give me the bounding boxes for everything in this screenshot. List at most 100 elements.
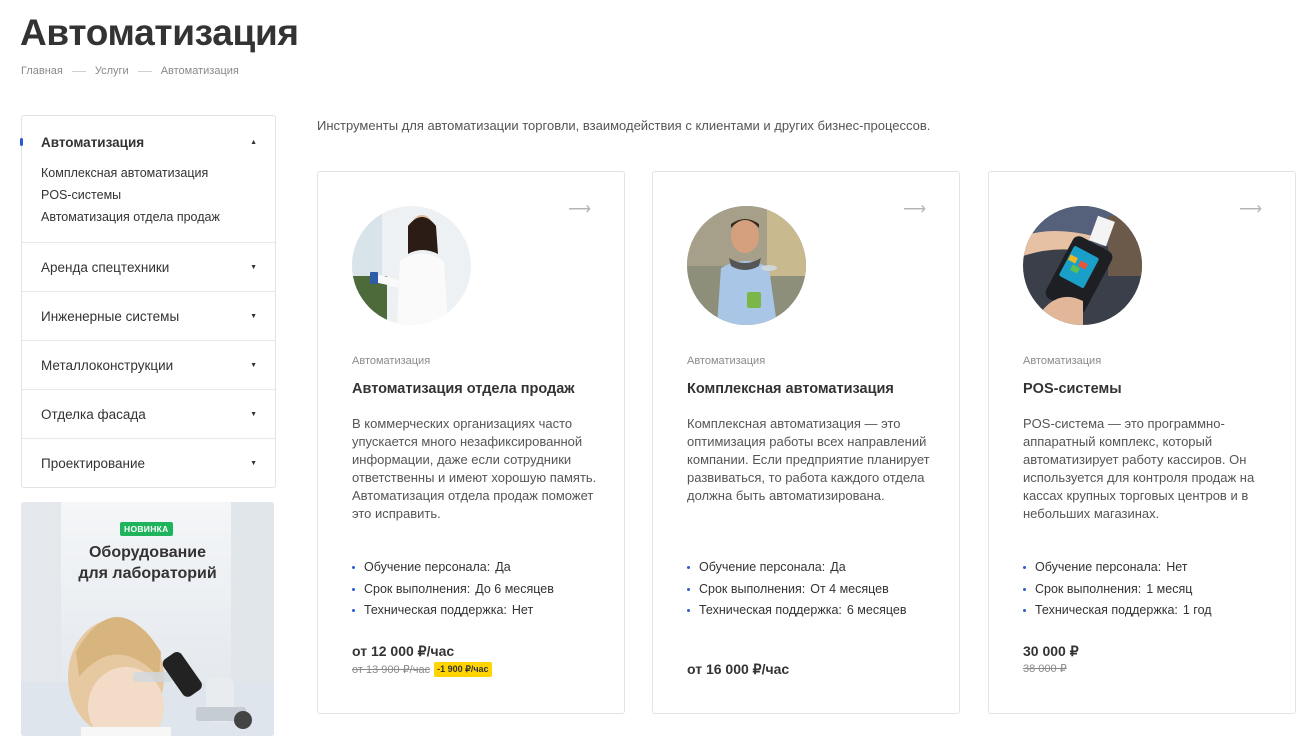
bullet bbox=[352, 566, 355, 570]
sidebar-item-header[interactable]: Проектирование ▼ bbox=[22, 439, 275, 487]
sidebar-item-engineering-systems[interactable]: Инженерные системы ▼ bbox=[22, 291, 275, 340]
service-image-woman-with-phone[interactable] bbox=[352, 206, 471, 325]
service-photo bbox=[352, 206, 471, 325]
property-item: Срок выполнения: 1 месяц bbox=[1023, 579, 1212, 601]
card-old-price-row: от 13 900 ₽/час -1 900 ₽/час bbox=[352, 662, 492, 677]
bullet bbox=[687, 609, 690, 613]
card-old-price: от 13 900 ₽/час bbox=[352, 664, 431, 676]
sidebar-item-automation: Автоматизация ▲ Комплексная автоматизаци… bbox=[20, 116, 275, 242]
sidebar-item-design[interactable]: Проектирование ▼ bbox=[22, 438, 275, 487]
breadcrumb-home[interactable]: Главная bbox=[21, 65, 63, 77]
sidebar-item-header[interactable]: Металлоконструкции ▼ bbox=[22, 341, 275, 389]
card-properties: Обучение персонала: Да Срок выполнения: От… bbox=[687, 557, 906, 622]
arrow-right-icon[interactable]: ⟶ bbox=[568, 202, 591, 218]
promo-title: Оборудование для лабораторий bbox=[78, 544, 217, 582]
property-value: Да bbox=[830, 560, 846, 574]
property-item: Обучение персонала: Нет bbox=[1023, 557, 1212, 579]
arrow-right-icon[interactable]: ⟶ bbox=[1239, 202, 1262, 218]
service-image-pos-terminal[interactable] bbox=[1023, 206, 1142, 325]
property-value: 6 месяцев bbox=[846, 603, 907, 617]
breadcrumb-separator bbox=[71, 70, 86, 72]
property-item: Техническая поддержка: 6 месяцев bbox=[687, 600, 906, 622]
sidebar-item-header[interactable]: Автоматизация ▲ bbox=[22, 116, 275, 168]
promo-lab-illustration bbox=[21, 502, 274, 736]
sidebar-item-header[interactable]: Отделка фасада ▼ bbox=[22, 390, 275, 438]
card-description: Комплексная автоматизация — это оптимиза… bbox=[687, 416, 930, 503]
sidebar-item-equipment-rental[interactable]: Аренда спецтехники ▼ bbox=[22, 242, 275, 291]
promo-banner[interactable]: НОВИНКА Оборудование для лабораторий bbox=[21, 502, 274, 736]
bullet bbox=[352, 587, 355, 591]
property-name: Техническая поддержка: bbox=[699, 603, 842, 617]
submenu-sales-automation[interactable]: Автоматизация отдела продаж bbox=[41, 206, 265, 228]
property-value: От 4 месяцев bbox=[810, 581, 889, 596]
service-photo bbox=[1023, 206, 1142, 325]
bullet bbox=[1023, 587, 1026, 591]
sidebar-item-label: Металлоконструкции bbox=[41, 357, 174, 373]
caret-down-icon[interactable]: ▼ bbox=[250, 411, 257, 418]
promo-new-badge: НОВИНКА bbox=[120, 522, 173, 536]
card-title[interactable]: POS-системы bbox=[1023, 381, 1122, 397]
bullet bbox=[1023, 566, 1026, 570]
card-category: Автоматизация bbox=[687, 355, 766, 367]
economy-badge: -1 900 ₽/час bbox=[434, 662, 492, 677]
property-name: Срок выполнения: bbox=[699, 581, 806, 596]
breadcrumb-separator bbox=[137, 70, 152, 72]
card-title[interactable]: Комплексная автоматизация bbox=[687, 381, 894, 397]
bullet bbox=[687, 566, 690, 570]
sidebar-item-label: Отделка фасада bbox=[41, 406, 146, 422]
sidebar-submenu: Комплексная автоматизация POS-системы Ав… bbox=[22, 162, 275, 242]
sidebar-item-metal-structures[interactable]: Металлоконструкции ▼ bbox=[22, 340, 275, 389]
card-price: от 16 000 ₽/час bbox=[687, 661, 790, 677]
property-item: Обучение персонала: Да bbox=[352, 557, 554, 579]
property-item: Срок выполнения: От 4 месяцев bbox=[687, 579, 906, 601]
sidebar-item-label: Инженерные системы bbox=[41, 308, 180, 324]
property-item: Техническая поддержка: Нет bbox=[352, 600, 554, 622]
property-name: Обучение персонала: bbox=[1035, 560, 1162, 574]
caret-up-icon[interactable]: ▲ bbox=[250, 139, 257, 146]
sidebar-item-header[interactable]: Аренда спецтехники ▼ bbox=[22, 243, 275, 291]
property-value: 1 месяц bbox=[1146, 581, 1193, 596]
card-properties: Обучение персонала: Да Срок выполнения: До… bbox=[352, 557, 554, 622]
sidebar-item-facade-finishing[interactable]: Отделка фасада ▼ bbox=[22, 389, 275, 438]
sidebar-menu: Автоматизация ▲ Комплексная автоматизаци… bbox=[20, 115, 276, 488]
bullet bbox=[352, 609, 355, 613]
sidebar-item-label: Аренда спецтехники bbox=[41, 259, 170, 275]
card-price: 30 000 ₽ bbox=[1023, 643, 1079, 659]
card-category: Автоматизация bbox=[1023, 355, 1102, 367]
property-value: Нет bbox=[511, 603, 534, 617]
card-title[interactable]: Автоматизация отдела продаж bbox=[352, 381, 575, 397]
property-value: Нет bbox=[1166, 560, 1188, 574]
caret-down-icon[interactable]: ▼ bbox=[250, 313, 257, 320]
service-card[interactable]: ⟶ Автоматизация POS-системы POS-система … bbox=[988, 171, 1296, 714]
service-card[interactable]: ⟶ Автоматизация Автоматизация отдела про… bbox=[317, 171, 625, 714]
card-description: POS-система — это программно-аппаратный … bbox=[1023, 416, 1255, 521]
submenu-complex-automation[interactable]: Комплексная автоматизация bbox=[41, 162, 265, 184]
sidebar-item-header[interactable]: Инженерные системы ▼ bbox=[22, 292, 275, 340]
card-old-price: 38 000 ₽ bbox=[1023, 663, 1067, 675]
sidebar-item-label: Проектирование bbox=[41, 455, 146, 471]
property-name: Срок выполнения: bbox=[1035, 581, 1142, 596]
sidebar-item-label: Автоматизация bbox=[41, 134, 145, 150]
property-name: Срок выполнения: bbox=[364, 581, 471, 596]
property-item: Обучение персонала: Да bbox=[687, 557, 906, 579]
card-properties: Обучение персонала: Нет Срок выполнения: 1… bbox=[1023, 557, 1212, 622]
caret-down-icon[interactable]: ▼ bbox=[250, 264, 257, 271]
breadcrumb-current: Автоматизация bbox=[160, 65, 239, 77]
arrow-right-icon[interactable]: ⟶ bbox=[903, 202, 926, 218]
caret-down-icon[interactable]: ▼ bbox=[250, 460, 257, 467]
card-old-price-row: 38 000 ₽ bbox=[1023, 662, 1067, 675]
service-image-man-with-cup[interactable] bbox=[687, 206, 806, 325]
breadcrumb: Главная Услуги Автоматизация bbox=[21, 65, 239, 77]
bullet bbox=[687, 587, 690, 591]
service-card[interactable]: ⟶ Автоматизация Комплексная автоматизаци… bbox=[652, 171, 960, 714]
bullet bbox=[1023, 609, 1026, 613]
property-item: Техническая поддержка: 1 год bbox=[1023, 600, 1212, 622]
property-name: Обучение персонала: bbox=[699, 560, 826, 574]
card-description: В коммерческих организациях часто упуска… bbox=[352, 416, 597, 521]
property-name: Техническая поддержка: bbox=[1035, 603, 1178, 617]
submenu-pos-systems[interactable]: POS-системы bbox=[41, 184, 265, 206]
breadcrumb-services[interactable]: Услуги bbox=[95, 65, 129, 77]
caret-down-icon[interactable]: ▼ bbox=[250, 362, 257, 369]
property-value: До 6 месяцев bbox=[475, 581, 554, 596]
service-photo bbox=[687, 206, 806, 325]
